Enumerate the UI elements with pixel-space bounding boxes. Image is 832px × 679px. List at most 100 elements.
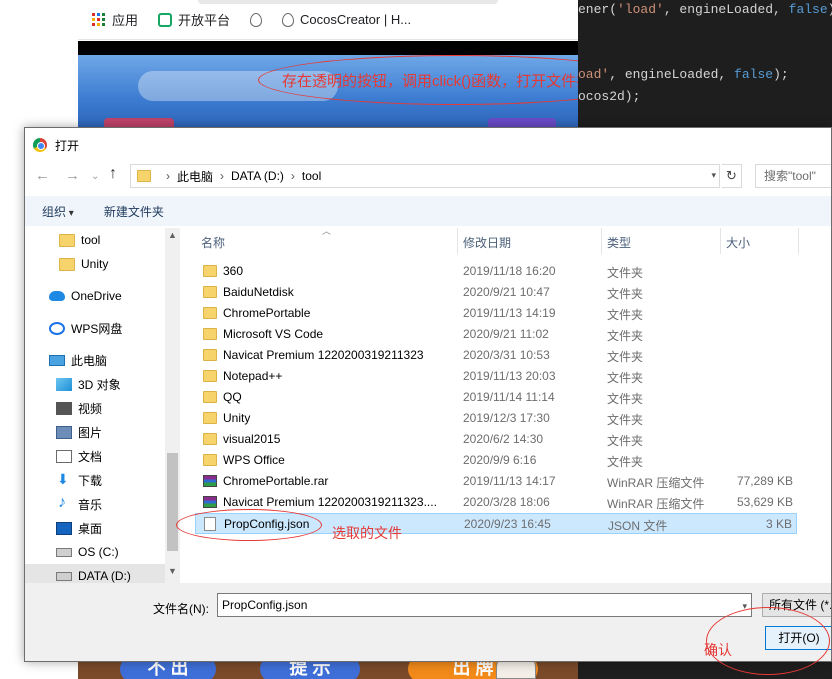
file-size: 3 KB [765, 517, 792, 531]
file-date: 2019/11/13 20:03 [463, 369, 556, 383]
nav-item-unity[interactable]: Unity [25, 252, 175, 276]
search-input[interactable]: 搜索"tool" [755, 164, 831, 188]
file-date: 2020/9/21 10:47 [463, 285, 550, 299]
refresh-icon[interactable]: ↻ [722, 164, 742, 188]
address-bar[interactable]: › 此电脑 › DATA (D:) › tool ▾ [130, 164, 720, 188]
scroll-up-icon[interactable]: ▲ [165, 230, 180, 240]
column-divider[interactable] [601, 228, 602, 254]
bookmark-apps[interactable]: 应用 [92, 10, 138, 29]
file-name: Navicat Premium 1220200319211323 [223, 348, 424, 362]
column-divider[interactable] [457, 228, 458, 254]
nav-item-documents[interactable]: 文档 [25, 444, 175, 468]
nav-item-music[interactable]: 音乐 [25, 492, 175, 516]
nav-item-video[interactable]: 视频 [25, 396, 175, 420]
folder-icon [203, 349, 217, 361]
file-row[interactable]: Navicat Premium 1220200319211323 2020/3/3… [195, 345, 797, 366]
scrollbar-thumb[interactable] [167, 453, 178, 551]
file-type: 文件夹 [607, 308, 644, 322]
column-header-name[interactable]: 名称 [201, 234, 225, 251]
file-date: 2019/11/13 14:17 [463, 474, 556, 488]
file-type: WinRAR 压缩文件 [607, 476, 705, 490]
folder-icon [203, 286, 217, 298]
file-name: QQ [223, 390, 242, 404]
file-type: JSON 文件 [608, 519, 668, 533]
dialog-titlebar: 打开 [25, 128, 831, 162]
filename-input[interactable]: PropConfig.json ▾ [217, 593, 752, 617]
breadcrumb-data-drive[interactable]: DATA (D:) [231, 169, 284, 183]
file-row[interactable]: WPS Office 2020/9/9 6:16 文件夹 [195, 450, 797, 471]
scroll-down-icon[interactable]: ▼ [165, 566, 180, 576]
code-editor: ener('load', engineLoaded, false); oad',… [578, 0, 832, 130]
sort-ascending-icon: ︿ [322, 226, 332, 236]
organize-button[interactable]: 组织 [42, 203, 74, 220]
breadcrumb-tool[interactable]: tool [302, 169, 321, 183]
back-arrow-icon[interactable]: ← [35, 167, 50, 184]
nav-item-wps[interactable]: WPS网盘 [25, 316, 175, 340]
file-type: WinRAR 压缩文件 [607, 497, 705, 511]
file-name: visual2015 [223, 432, 281, 446]
chevron-down-icon[interactable]: ▾ [711, 170, 716, 181]
file-row[interactable]: 360 2019/11/18 16:20 文件夹 [195, 261, 797, 282]
nav-item-tool[interactable]: tool [25, 228, 175, 252]
column-divider[interactable] [720, 228, 721, 254]
folder-icon [203, 433, 217, 445]
file-row[interactable]: Microsoft VS Code 2020/9/21 11:02 文件夹 [195, 324, 797, 345]
file-row[interactable]: ChromePortable 2019/11/13 14:19 文件夹 [195, 303, 797, 324]
music-icon [56, 494, 72, 512]
folder-icon [203, 265, 217, 277]
file-type: 文件夹 [607, 329, 644, 343]
apps-grid-icon [92, 12, 106, 27]
file-row[interactable]: Notepad++ 2019/11/13 20:03 文件夹 [195, 366, 797, 387]
nav-scrollbar[interactable]: ▲ ▼ [165, 228, 180, 583]
forward-arrow-icon[interactable]: → [65, 167, 80, 184]
column-divider[interactable] [798, 228, 799, 254]
file-row[interactable]: ChromePortable.rar 2019/11/13 14:17 WinRAR… [195, 471, 797, 492]
file-size: 53,629 KB [736, 495, 793, 509]
nav-item-label: 文档 [78, 449, 103, 464]
nav-item-drive-c[interactable]: OS (C:) [25, 540, 175, 564]
file-type: 文件夹 [607, 266, 644, 280]
nav-item-drive-d[interactable]: DATA (D:) [25, 564, 175, 583]
file-row[interactable]: BaiduNetdisk 2020/9/21 10:47 文件夹 [195, 282, 797, 303]
column-header-type[interactable]: 类型 [607, 234, 631, 251]
nav-item-3d-objects[interactable]: 3D 对象 [25, 372, 175, 396]
file-row[interactable]: QQ 2019/11/14 11:14 文件夹 [195, 387, 797, 408]
file-row[interactable]: visual2015 2020/6/2 14:30 文件夹 [195, 429, 797, 450]
file-type: 文件夹 [607, 371, 644, 385]
bookmark-open-platform[interactable]: 开放平台 [158, 10, 230, 29]
folder-icon [203, 370, 217, 382]
bookmark-drop[interactable] [250, 12, 263, 27]
chevron-right-icon[interactable]: › [166, 169, 170, 183]
drive-c-icon [56, 547, 72, 557]
up-arrow-icon[interactable]: ↑ [109, 165, 117, 183]
video-icon [56, 401, 72, 415]
bookmark-cocoscreator[interactable]: CocosCreator | H... [282, 12, 411, 27]
breadcrumb-this-pc[interactable]: 此电脑 [177, 168, 213, 185]
game-pass-button[interactable]: 不 出 [120, 662, 216, 679]
file-type: 文件夹 [607, 413, 644, 427]
nav-item-label: DATA (D:) [78, 569, 131, 583]
new-folder-button[interactable]: 新建文件夹 [104, 203, 164, 220]
file-type: 文件夹 [607, 392, 644, 406]
nav-item-label: 此电脑 [71, 353, 108, 368]
folder-icon [203, 391, 217, 403]
nav-item-onedrive[interactable]: OneDrive [25, 284, 175, 308]
folder-icon [203, 412, 217, 424]
column-header-size[interactable]: 大小 [726, 234, 750, 251]
nav-item-pictures[interactable]: 图片 [25, 420, 175, 444]
column-header-date[interactable]: 修改日期 [463, 234, 511, 251]
file-row[interactable]: Navicat Premium 1220200319211323.... 2020… [195, 492, 797, 513]
chevron-right-icon[interactable]: › [291, 169, 295, 183]
file-size: 77,289 KB [736, 474, 793, 488]
history-chevron-icon[interactable]: ⌄ [91, 171, 99, 182]
nav-item-label: 桌面 [78, 521, 103, 536]
chevron-right-icon[interactable]: › [220, 169, 224, 183]
nav-item-desktop[interactable]: 桌面 [25, 516, 175, 540]
file-row[interactable]: Unity 2019/12/3 17:30 文件夹 [195, 408, 797, 429]
nav-item-this-pc[interactable]: 此电脑 [25, 348, 175, 372]
nav-item-label: tool [81, 233, 101, 247]
nav-item-label: OneDrive [71, 289, 122, 303]
rar-archive-icon [203, 496, 217, 508]
game-hint-button[interactable]: 提 示 [260, 662, 360, 679]
nav-item-downloads[interactable]: 下载 [25, 468, 175, 492]
